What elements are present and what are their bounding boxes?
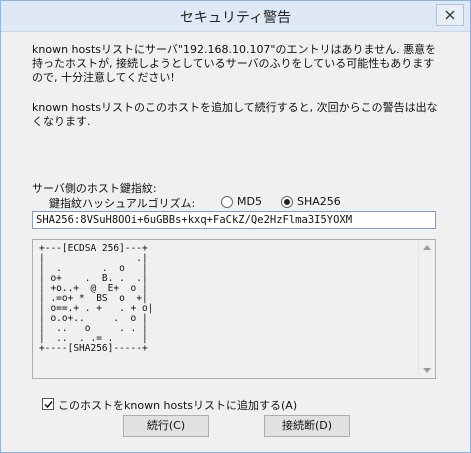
scroll-up-icon[interactable] [423, 245, 431, 250]
warning-message: known hostsリストにサーバ"192.168.10.107"のエントリは… [32, 43, 437, 84]
randomart-box[interactable]: +---[ECDSA 256]---+ | .| | . . o | | o+ … [32, 239, 436, 379]
checkmark-icon [44, 401, 53, 409]
close-button[interactable] [436, 4, 464, 26]
fingerprint-field[interactable]: SHA256:8VSuH8OOi+6uGBBs+kxq+FaCkZ/Qe2HzF… [32, 211, 436, 229]
window-title: セキュリティ警告 [179, 10, 292, 26]
radio-selected-dot [284, 199, 290, 205]
dialog-content: known hostsリストにサーバ"192.168.10.107"のエントリは… [1, 32, 470, 452]
scroll-down-icon[interactable] [423, 368, 431, 373]
close-icon [445, 10, 455, 20]
radio-md5[interactable] [221, 196, 233, 208]
security-warning-dialog: セキュリティ警告 known hostsリストにサーバ"192.168.10.1… [0, 0, 471, 453]
hostkey-label: サーバ側のホスト鍵指紋: [32, 182, 157, 195]
hash-algorithm-label: 鍵指紋ハッシュアルゴリズム: [49, 197, 196, 210]
info-message: known hostsリストのこのホストを追加して続行すると, 次回からこの警告… [32, 101, 438, 128]
disconnect-button[interactable]: 接続断(D) [264, 415, 350, 437]
radio-sha256[interactable] [281, 196, 293, 208]
title-bar: セキュリティ警告 [1, 1, 470, 32]
randomart-text: +---[ECDSA 256]---+ | .| | . . o | | o+ … [39, 243, 154, 354]
radio-sha256-label: SHA256 [297, 195, 341, 208]
radio-md5-label: MD5 [237, 195, 262, 208]
randomart-scrollbar[interactable] [418, 240, 435, 378]
add-to-known-hosts-checkbox[interactable] [42, 398, 54, 410]
add-to-known-hosts-label: このホストをknown hostsリストに追加する(A) [58, 399, 298, 412]
continue-button[interactable]: 続行(C) [123, 415, 209, 437]
